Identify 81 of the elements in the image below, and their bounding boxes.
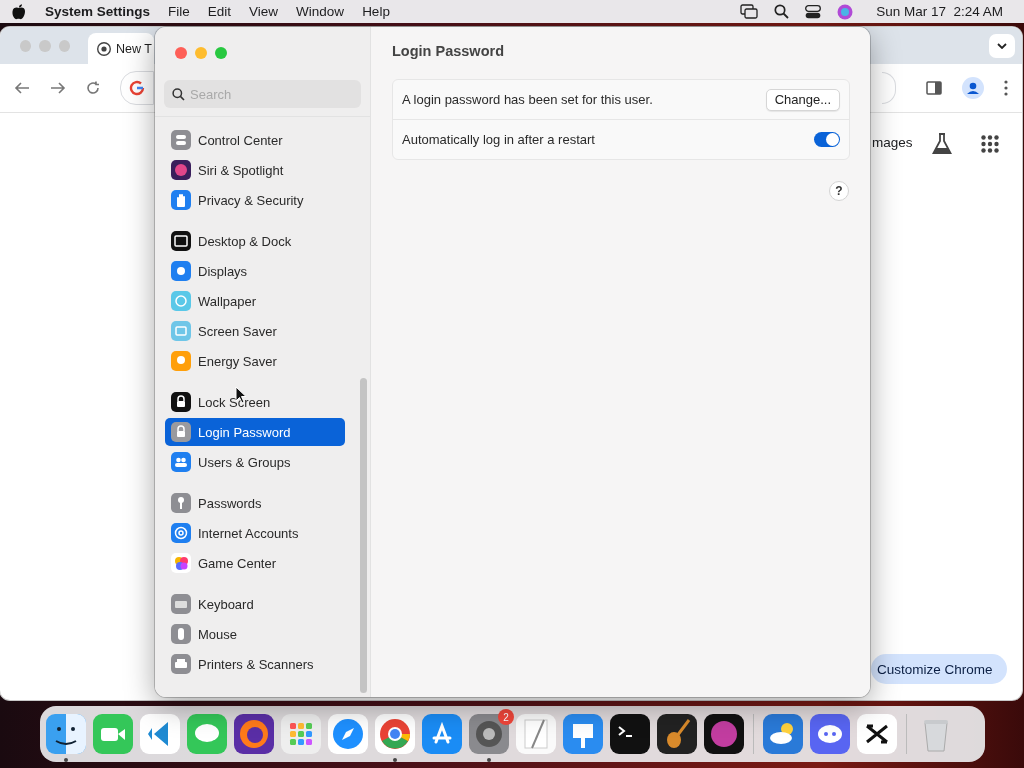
screen-icon	[171, 321, 191, 341]
lock-icon	[171, 392, 191, 412]
printer-icon	[171, 654, 191, 674]
apple-logo-icon[interactable]	[12, 3, 26, 20]
code-icon[interactable]	[140, 714, 180, 754]
setting-label: A login password has been set for this user.	[402, 92, 653, 107]
menu-clock[interactable]: Sun Mar 17 2:24 AM	[867, 4, 1012, 19]
sidebar-item[interactable]: Energy Saver	[165, 347, 345, 375]
sidebar-item[interactable]: Displays	[165, 257, 345, 285]
speech-bubble-icon[interactable]	[187, 714, 227, 754]
profile-icon[interactable]	[962, 77, 984, 99]
sidebar-item[interactable]: Lock Screen	[165, 388, 345, 416]
menu-item[interactable]: File	[159, 4, 199, 19]
flask-icon[interactable]	[932, 133, 952, 155]
sidebar-item[interactable]: Internet Accounts	[165, 519, 345, 547]
sidebar-item[interactable]: Game Center	[165, 549, 345, 577]
sidebar-item[interactable]: Passwords	[165, 489, 345, 517]
menu-item[interactable]: View	[240, 4, 288, 19]
chrome-logo-icon	[97, 41, 111, 56]
notification-badge: 2	[498, 709, 514, 725]
images-link[interactable]: mages	[872, 135, 913, 150]
sidebar-item[interactable]: Users & Groups	[165, 448, 345, 476]
windows-icon[interactable]	[740, 4, 759, 19]
bubbles-icon	[171, 553, 191, 573]
orb-icon[interactable]	[704, 714, 744, 754]
app-grid-icon[interactable]	[281, 714, 321, 754]
keyboard-icon	[171, 594, 191, 614]
sidebar-item[interactable]: Screen Saver	[165, 317, 345, 345]
menu-item[interactable]: Edit	[198, 4, 241, 19]
search-icon	[172, 88, 185, 101]
menu-item[interactable]: Window	[287, 4, 354, 19]
sidebar-item[interactable]: Privacy & Security	[165, 186, 345, 214]
google-logo-icon	[129, 80, 145, 96]
sidebar-item[interactable]: Siri & Spotlight	[165, 156, 345, 184]
app-menu[interactable]: System Settings	[36, 4, 160, 19]
paper-pen-icon[interactable]	[516, 714, 556, 754]
back-arrow-icon[interactable]	[14, 81, 30, 95]
browser-tab[interactable]: New T	[88, 33, 154, 64]
guitar-icon[interactable]	[657, 714, 697, 754]
key-icon	[171, 493, 191, 513]
app-store-icon[interactable]	[422, 714, 462, 754]
scrollbar-thumb[interactable]	[360, 378, 367, 693]
face-icon[interactable]	[46, 714, 86, 754]
sidebar-item[interactable]: Printers & Scanners	[165, 650, 345, 678]
search-field[interactable]: Search	[164, 80, 361, 108]
reload-icon[interactable]	[86, 81, 100, 95]
more-menu-icon[interactable]	[1004, 80, 1008, 96]
sidebar-item[interactable]: Control Center	[165, 126, 345, 154]
compass-icon[interactable]	[328, 714, 368, 754]
page-title: Login Password	[392, 43, 505, 61]
gear-icon[interactable]	[469, 714, 509, 754]
orb-icon	[171, 160, 191, 180]
sidebar-item[interactable]: Desktop & Dock	[165, 227, 345, 255]
mouse-icon	[171, 624, 191, 644]
customize-chrome-button[interactable]: Customize Chrome	[871, 654, 1007, 684]
sidebar-item[interactable]: Login Password	[165, 418, 345, 446]
people-icon	[171, 452, 191, 472]
toggles-icon	[171, 130, 191, 150]
toggle-switch[interactable]	[814, 132, 840, 147]
search-icon[interactable]	[774, 4, 790, 19]
podium-icon[interactable]	[563, 714, 603, 754]
sidebar-item[interactable]: Keyboard	[165, 590, 345, 618]
side-panel-icon[interactable]	[926, 81, 942, 95]
lock-icon	[171, 422, 191, 442]
sidebar-item[interactable]: Wallpaper	[165, 287, 345, 315]
control-center-icon[interactable]	[805, 4, 822, 19]
menu-item[interactable]: Help	[353, 4, 399, 19]
window-icon	[171, 231, 191, 251]
address-bar[interactable]	[120, 71, 154, 105]
change-button[interactable]: Change...	[765, 88, 840, 111]
forward-arrow-icon[interactable]	[50, 81, 66, 95]
terminal-icon[interactable]	[610, 714, 650, 754]
cloud-icon[interactable]	[763, 714, 803, 754]
setting-label: Automatically log in after a restart	[402, 132, 595, 147]
chevron-down-icon	[997, 43, 1007, 49]
close-button[interactable]	[175, 47, 187, 59]
help-button[interactable]: ?	[829, 181, 849, 201]
apps-grid-icon[interactable]	[981, 135, 999, 153]
sidebar-item[interactable]: Mouse	[165, 620, 345, 648]
siri-icon[interactable]	[837, 3, 854, 20]
tab-search-button[interactable]	[989, 34, 1015, 58]
